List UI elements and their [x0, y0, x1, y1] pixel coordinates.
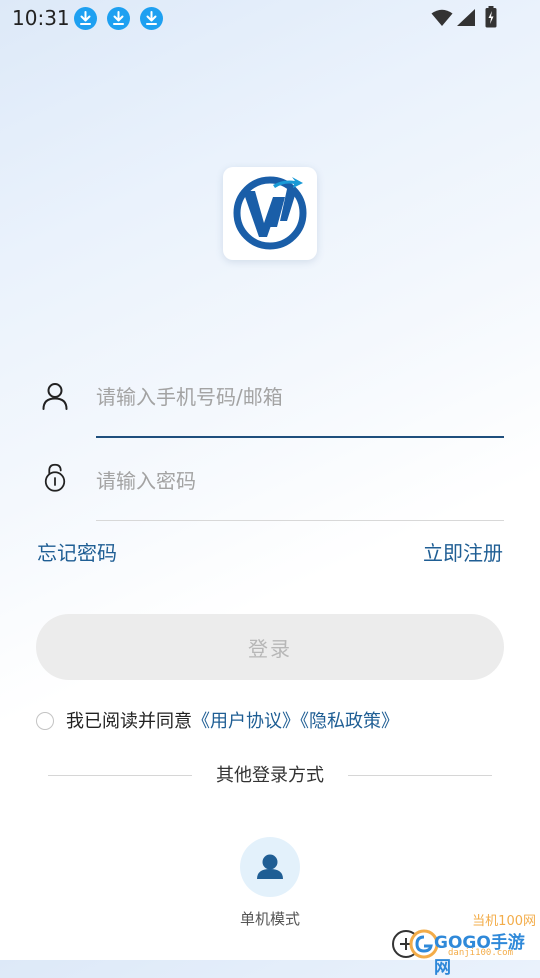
- wifi-icon: [431, 9, 453, 26]
- lock-icon: [44, 463, 66, 492]
- download-icon: [107, 7, 130, 30]
- battery-charging-icon: [485, 6, 497, 28]
- app-logo-icon: [233, 176, 307, 250]
- password-input[interactable]: [96, 461, 504, 501]
- status-time: 10:31: [12, 6, 70, 30]
- username-underline: [96, 436, 504, 438]
- user-agreement-link[interactable]: 《用户协议》: [192, 711, 300, 732]
- cellular-signal-icon: [457, 9, 475, 26]
- agreement-prefix: 我已阅读并同意: [66, 711, 192, 732]
- privacy-policy-link[interactable]: 《隐私政策》: [300, 711, 399, 732]
- offline-mode-button[interactable]: [240, 837, 300, 897]
- password-underline: [96, 520, 504, 521]
- download-icon: [140, 7, 163, 30]
- person-icon: [257, 854, 283, 879]
- download-icon: [74, 7, 97, 30]
- watermark-logo-icon: [392, 929, 438, 959]
- watermark-top-text: 当机100网: [472, 914, 536, 929]
- watermark-bottom-text: danji100.com: [448, 948, 514, 958]
- register-link[interactable]: 立即注册: [423, 540, 503, 566]
- status-bar: 10:31: [0, 0, 540, 36]
- agreement-checkbox[interactable]: [36, 712, 54, 730]
- agreement-text: 我已阅读并同意《用户协议》《隐私政策》: [66, 710, 399, 734]
- forgot-password-link[interactable]: 忘记密码: [37, 540, 117, 566]
- app-logo: [223, 167, 317, 260]
- login-button[interactable]: 登录: [36, 614, 504, 680]
- watermark: 当机100网 GOGO手游网 danji100.com: [390, 910, 540, 978]
- other-login-title: 其他登录方式: [216, 765, 324, 786]
- user-icon: [42, 383, 68, 410]
- phone-email-input[interactable]: [96, 377, 504, 417]
